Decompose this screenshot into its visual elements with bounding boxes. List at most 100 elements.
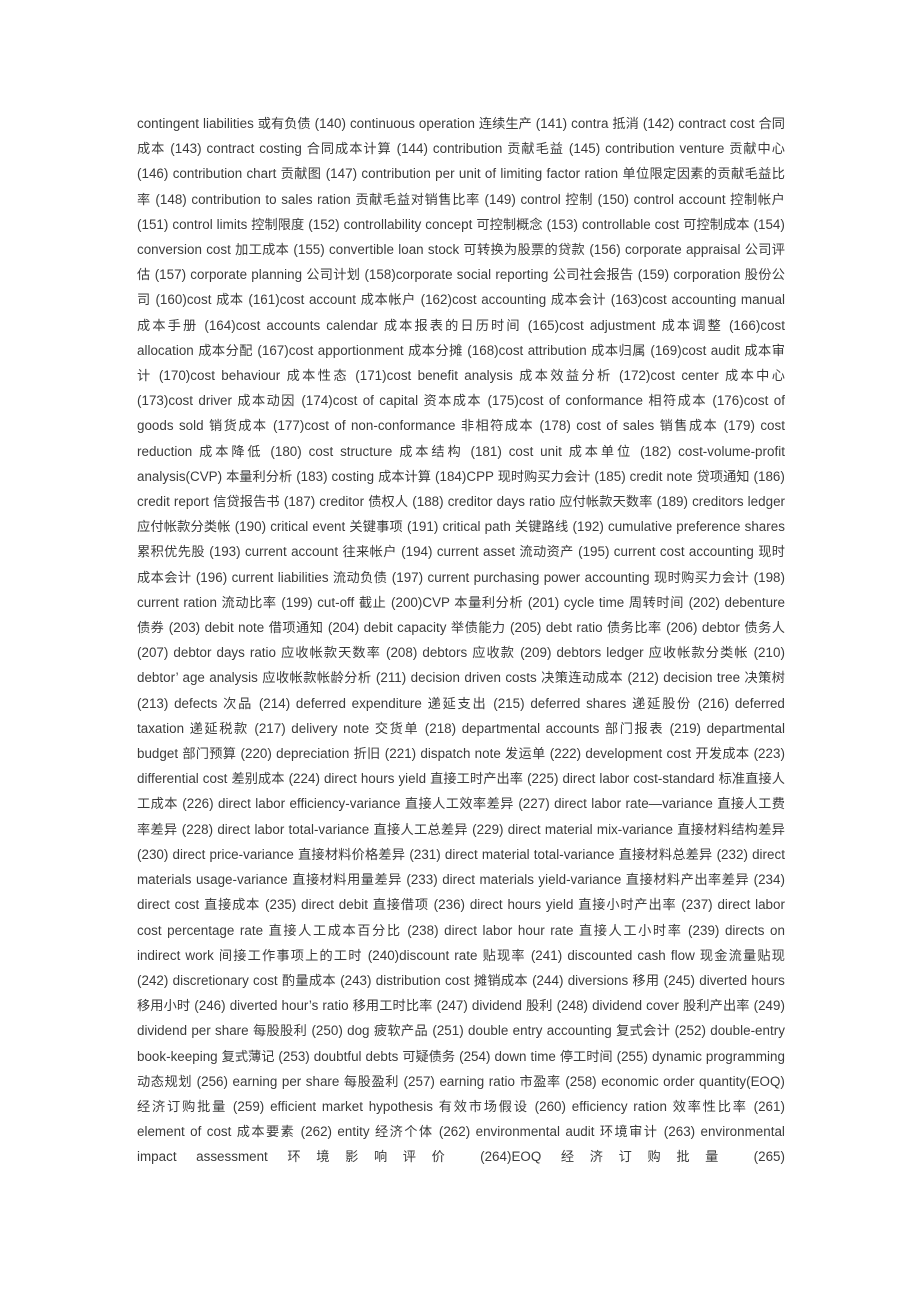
entry-term-en: cycle time [563, 594, 625, 610]
entry-number: (216) [697, 695, 730, 711]
entry-number: (187) [283, 494, 316, 510]
entry-number: (212) [627, 670, 659, 686]
glossary-entry: (246) diverted hour’s ratio 移用工时比率 [194, 998, 432, 1014]
glossary-entry: (188) creditor days ratio 应付帐款天数率 [412, 494, 652, 510]
entry-term-en: earning ratio [439, 1073, 515, 1089]
entry-term-zh: 成本单位 [568, 444, 634, 460]
entry-term-en: cost unit [508, 443, 562, 459]
entry-term-en: down time [494, 1048, 556, 1064]
glossary-entry: contingent liabilities 或有负债 [137, 116, 311, 132]
entry-term-zh: 成本调整 [661, 318, 723, 334]
entry-term-en: diverted hours [699, 972, 785, 988]
glossary-entry: (152) controllability concept 可控制概念 [308, 217, 542, 233]
entry-number: (211) [375, 670, 407, 686]
entry-term-zh: 可转换为股票的贷款 [463, 243, 586, 259]
entry-number: (214) [258, 695, 291, 711]
entry-term-en: double entry accounting [468, 1023, 612, 1039]
entry-term-en: decision tree [663, 670, 741, 686]
entry-term-zh: 应收款 [472, 646, 516, 662]
entry-number: (150) [597, 191, 630, 207]
entry-term-zh: 连续生产 [478, 117, 532, 132]
entry-number: (144) [396, 141, 428, 157]
entry-number: (161) [248, 292, 280, 308]
entry-term-zh: 成本报表的日历时间 [383, 318, 522, 334]
entry-number: (238) [407, 922, 439, 938]
entry-term-zh: 可疑债务 [402, 1049, 456, 1065]
entry-term-zh: 成本动因 [237, 394, 296, 410]
entry-number: (189) [656, 494, 689, 510]
entry-number: (209) [520, 645, 552, 661]
entry-term-en: discounted cash flow [567, 947, 695, 963]
glossary-entry: (204) debit capacity 举债能力 [327, 620, 506, 636]
entry-term-zh: 现金流量贴现 [699, 948, 785, 964]
entry-term-zh: 债务人 [744, 621, 785, 637]
entry-term-en: decision driven costs [410, 670, 537, 686]
entry-number: (230) [137, 846, 169, 862]
glossary-entry: (171)cost benefit analysis 成本效益分析 [355, 368, 613, 385]
entry-term-zh: 部门报表 [604, 721, 665, 737]
entry-number: (193) [209, 544, 241, 560]
entry-term-zh: 债务比率 [606, 621, 662, 637]
glossary-entry: (209) debtors ledger 应收帐款分类帐 [520, 645, 749, 662]
entry-term-en: cumulative preference shares [607, 519, 785, 535]
glossary-entry: (251) double entry accounting 复式会计 [432, 1023, 670, 1039]
entry-term-zh: 成本效益分析 [519, 369, 613, 385]
entry-term-zh: 本量利分析 [454, 595, 524, 611]
glossary-entry: (149) control 控制 [484, 191, 594, 208]
glossary-entry: (235) direct debit 直接借项 [265, 897, 429, 914]
entry-number: (149) [484, 191, 516, 207]
entry-term-en: control account [633, 191, 726, 207]
entry-term-zh: 公司社会报告 [552, 268, 634, 284]
glossary-text-block: contingent liabilities 或有负债 (140) contin… [137, 112, 785, 1195]
entry-term-zh: 成本中心 [725, 369, 785, 385]
entry-term-en: debtors ledger [556, 645, 644, 661]
glossary-entry: (247) dividend 股利 [436, 998, 552, 1014]
entry-term-zh: 贡献毛益对销售比率 [355, 192, 480, 208]
entry-number: (165) [527, 317, 560, 333]
glossary-entry: (158)corporate social reporting 公司社会报告 [364, 267, 634, 284]
entry-number: (142) [642, 116, 675, 131]
entry-number: (179) [723, 418, 755, 434]
entry-number: (219) [669, 720, 702, 736]
entry-term-en: continuous operation [349, 116, 475, 131]
entry-term-zh: 相符成本 [648, 394, 707, 410]
entry-number: (232) [716, 846, 748, 862]
entry-term-en: contribution [432, 141, 503, 157]
entry-term-zh: 直接借项 [372, 898, 429, 914]
glossary-entry: (212) decision tree 决策树 [627, 670, 785, 686]
entry-number: (180) [270, 443, 302, 459]
glossary-entry: (191) critical path 关键路线 [407, 519, 568, 535]
entry-number: (243) [340, 972, 372, 988]
entry-number: (143) [170, 141, 202, 157]
entry-number: (226) [182, 796, 214, 812]
entry-term-en: contingent liabilities [137, 116, 254, 131]
entry-number: (260) [534, 1098, 566, 1114]
entry-term-en: dog [347, 1023, 370, 1039]
entry-term-en: creditors ledger [692, 494, 786, 510]
entry-number: (206) [666, 620, 698, 636]
entry-number: (174) [301, 393, 333, 409]
glossary-entry: (170)cost behaviour 成本性态 [159, 368, 349, 384]
entry-term-en: defects [174, 695, 218, 711]
entry-term-en: dividend cover [592, 998, 679, 1014]
entry-term-en: EOQ [511, 1149, 542, 1165]
entry-term-zh: 应收帐款分类帐 [648, 646, 749, 662]
entry-number: (160) [155, 292, 187, 308]
glossary-entry: (248) dividend cover 股利产出率 [557, 998, 750, 1014]
glossary-entry: (207) debtor days ratio 应收帐款天数率 [137, 645, 381, 661]
entry-term-zh: 销售成本 [659, 419, 719, 435]
glossary-entry: (164)cost accounts calendar 成本报表的日历时间 [204, 318, 522, 334]
entry-term-zh: 直接人工效率差异 [404, 797, 514, 813]
entry-term-en: critical event [270, 519, 346, 535]
entry-term-zh: 递延税款 [189, 721, 249, 737]
entry-term-en: creditor [319, 494, 365, 510]
entry-number: (204) [327, 620, 360, 636]
entry-number: (250) [311, 1023, 343, 1039]
entry-number: (234) [753, 872, 785, 888]
glossary-entry: (160)cost 成本 [155, 292, 243, 308]
entry-term-en: dispatch note [420, 746, 501, 762]
entry-number: (245) [663, 972, 696, 988]
entry-number: (194) [401, 544, 433, 560]
entry-number: (207) [137, 645, 169, 661]
glossary-entry: (221) dispatch note 发运单 [385, 746, 546, 762]
